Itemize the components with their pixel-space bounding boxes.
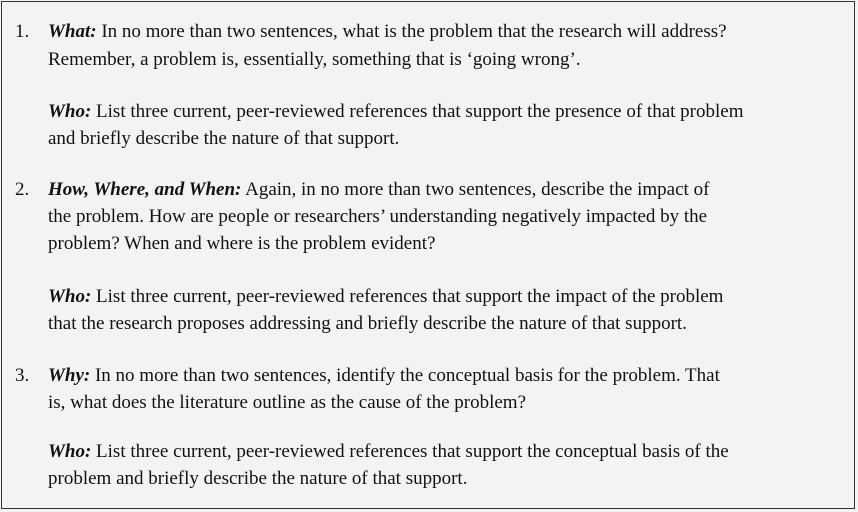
who-label: Who:: [48, 101, 92, 122]
item-line: How, Where, and When: Again, in no more …: [48, 178, 709, 202]
item-label: How, Where, and When:: [48, 179, 242, 200]
item-label: What:: [48, 21, 97, 42]
who-text: List three current, peer-reviewed refere…: [91, 286, 724, 307]
who-text: List three current, peer-reviewed refere…: [91, 101, 744, 122]
who-line: Who: List three current, peer-reviewed r…: [48, 440, 729, 464]
item-line: problem? When and where is the problem e…: [48, 233, 436, 254]
item-label: Why:: [48, 365, 91, 386]
item-number: 3.: [15, 365, 30, 386]
who-line: and briefly describe the nature of that …: [48, 128, 400, 149]
who-line: Who: List three current, peer-reviewed r…: [48, 100, 743, 124]
who-line: that the research proposes addressing an…: [48, 313, 687, 334]
item-line: Remember, a problem is, essentially, som…: [48, 49, 581, 70]
item-line: Why: In no more than two sentences, iden…: [48, 364, 720, 388]
who-text: List three current, peer-reviewed refere…: [91, 441, 729, 462]
item-line: is, what does the literature outline as …: [48, 392, 527, 413]
item-line: What: In no more than two sentences, wha…: [48, 20, 727, 44]
item-text: In no more than two sentences, identify …: [90, 365, 720, 386]
who-label: Who:: [48, 441, 92, 462]
who-line: Who: List three current, peer-reviewed r…: [48, 285, 723, 309]
who-label: Who:: [48, 286, 92, 307]
item-number: 1.: [15, 21, 30, 42]
item-text: Again, in no more than two sentences, de…: [241, 179, 710, 200]
item-text: In no more than two sentences, what is t…: [96, 21, 727, 42]
who-line: problem and briefly describe the nature …: [48, 468, 468, 489]
item-number: 2.: [15, 179, 30, 200]
item-line: the problem. How are people or researche…: [48, 206, 708, 227]
